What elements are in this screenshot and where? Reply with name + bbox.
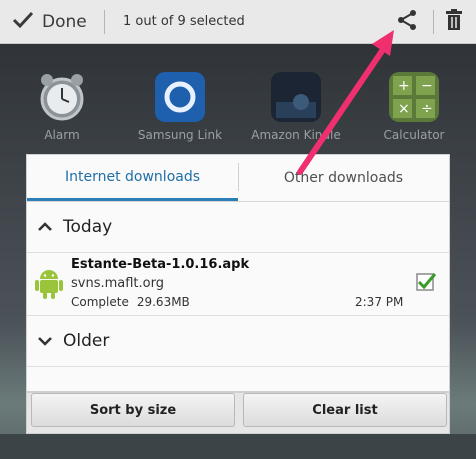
downloads-dialog: Internet downloads Other downloads Today… xyxy=(26,154,450,392)
selection-count: 1 out of 9 selected xyxy=(123,14,245,29)
svg-text:+: + xyxy=(398,78,410,94)
checkmark-icon xyxy=(12,11,34,33)
tab-other-downloads[interactable]: Other downloads xyxy=(238,155,449,201)
file-status: Complete 29.63MB xyxy=(71,295,190,309)
file-name: Estante-Beta-1.0.16.apk xyxy=(71,257,250,272)
divider xyxy=(104,9,105,34)
android-icon xyxy=(35,267,63,299)
download-item[interactable]: Estante-Beta-1.0.16.apk svns.maflt.org C… xyxy=(27,253,449,316)
samsung-link-icon xyxy=(155,72,205,122)
svg-text:÷: ÷ xyxy=(421,101,433,117)
tab-divider xyxy=(238,163,239,191)
bottom-button-bar: Sort by size Clear list xyxy=(26,392,450,434)
file-source: svns.maflt.org xyxy=(71,276,164,291)
home-apps: Alarm Samsung Link Amazon Kindle + − × ÷ Ca… xyxy=(0,72,476,152)
done-label: Done xyxy=(42,11,87,32)
group-header-older[interactable]: Older xyxy=(27,316,449,367)
share-icon xyxy=(396,9,418,35)
app-calculator[interactable]: + − × ÷ Calculator xyxy=(369,72,459,142)
home-dock xyxy=(0,434,476,459)
file-size: 29.63MB xyxy=(136,295,190,309)
group-title: Today xyxy=(63,217,113,237)
action-bar: Done 1 out of 9 selected xyxy=(0,0,476,44)
trash-icon xyxy=(445,8,463,35)
delete-button[interactable] xyxy=(434,0,474,44)
done-button[interactable]: Done xyxy=(0,0,104,44)
app-label: Amazon Kindle xyxy=(251,128,341,142)
app-label: Alarm xyxy=(44,128,80,142)
file-time: 2:37 PM xyxy=(355,295,404,309)
calculator-icon: + − × ÷ xyxy=(389,72,439,122)
group-title: Older xyxy=(63,331,110,351)
svg-text:×: × xyxy=(398,101,410,117)
app-label: Samsung Link xyxy=(137,128,223,142)
chevron-up-icon xyxy=(33,215,57,239)
group-header-today[interactable]: Today xyxy=(27,202,449,253)
app-alarm[interactable]: Alarm xyxy=(17,72,107,142)
sort-by-size-button[interactable]: Sort by size xyxy=(31,393,235,427)
share-button[interactable] xyxy=(387,0,427,44)
chevron-down-icon xyxy=(33,329,57,353)
alarm-icon xyxy=(37,72,87,122)
select-checkbox[interactable] xyxy=(415,271,437,293)
tab-bar: Internet downloads Other downloads xyxy=(27,155,449,202)
app-samsung-link[interactable]: Samsung Link xyxy=(135,72,225,142)
svg-text:−: − xyxy=(421,78,433,94)
clear-list-button[interactable]: Clear list xyxy=(243,393,447,427)
app-amazon-kindle[interactable]: Amazon Kindle xyxy=(251,72,341,142)
app-label: Calculator xyxy=(383,128,445,142)
tab-internet-downloads[interactable]: Internet downloads xyxy=(27,155,238,201)
status-text: Complete xyxy=(71,295,129,309)
kindle-icon xyxy=(271,72,321,122)
